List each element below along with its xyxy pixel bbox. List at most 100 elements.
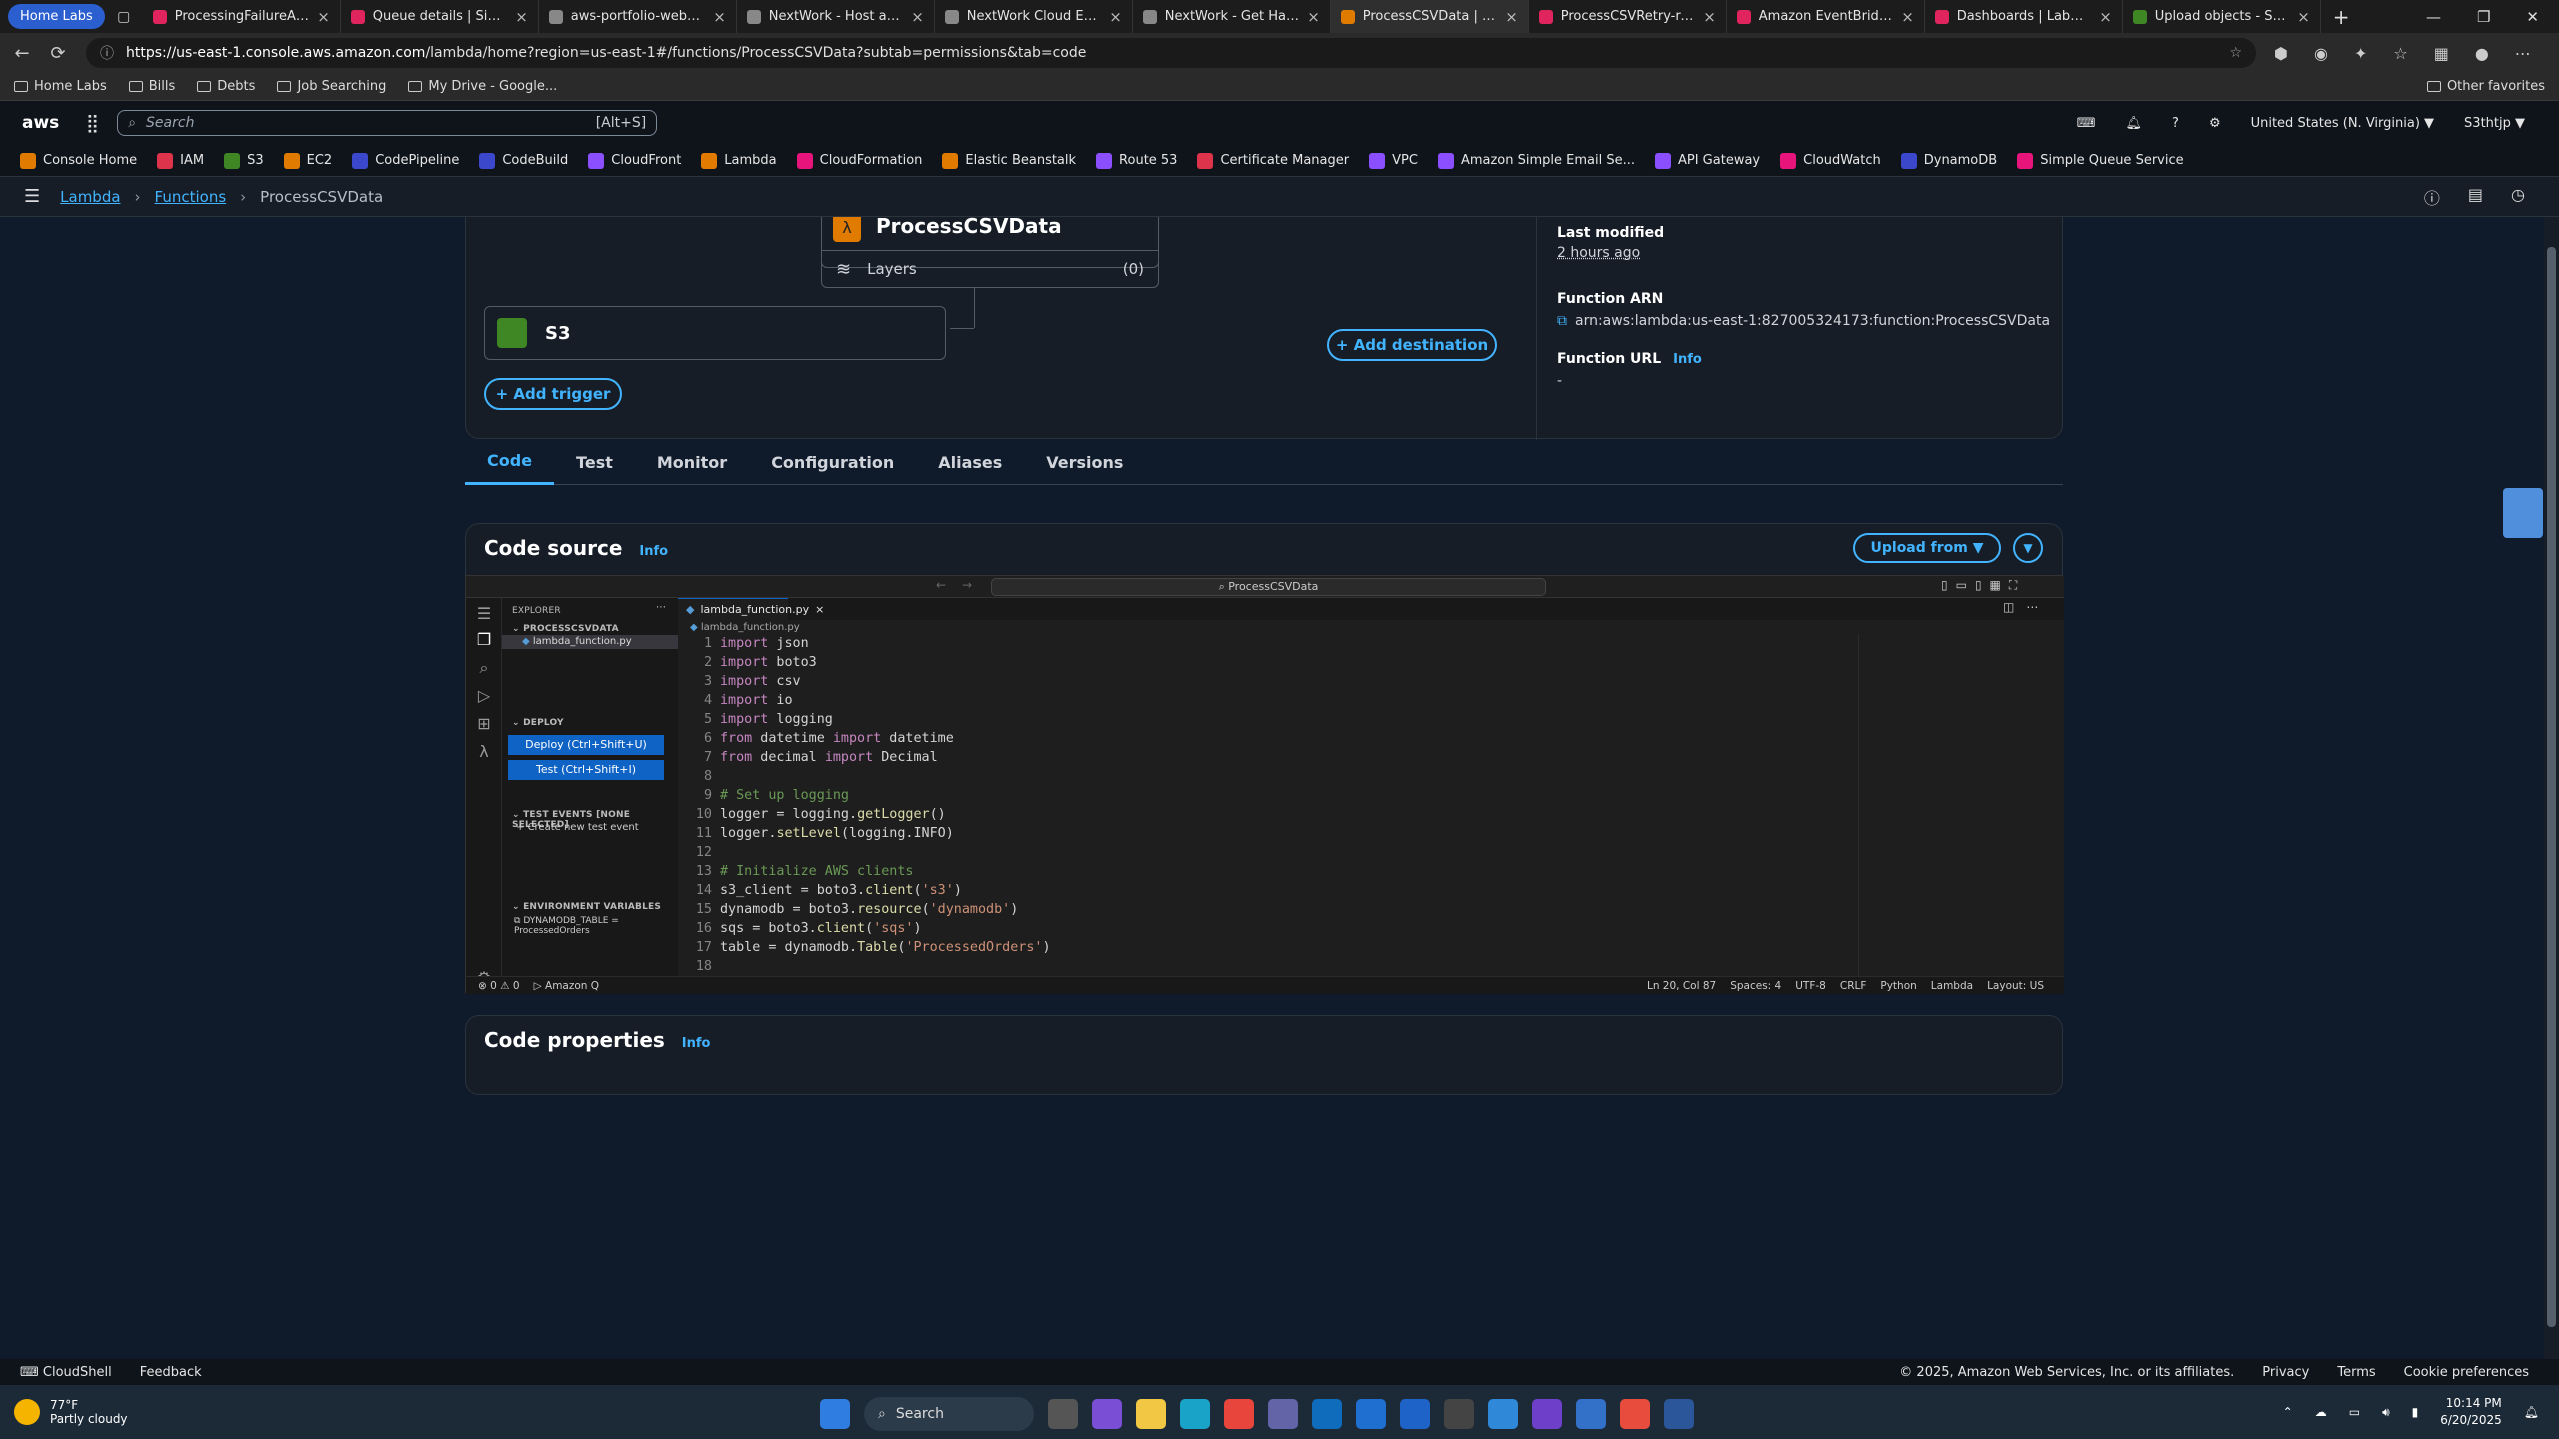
more-icon[interactable]: ⋯ <box>656 602 666 613</box>
file-row-lambda-function[interactable]: ◆ lambda_function.py <box>502 635 678 649</box>
service-shortcut[interactable]: DynamoDB <box>1900 152 1997 169</box>
edge-icon[interactable] <box>1180 1399 1210 1429</box>
info-circle-icon[interactable]: ⓘ <box>2424 185 2440 209</box>
hamburger-icon[interactable]: ☰ <box>474 604 494 624</box>
tab-aliases[interactable]: Aliases <box>916 439 1024 485</box>
app-icon[interactable] <box>1400 1399 1430 1429</box>
browser-tab[interactable]: NextWork Cloud Engineer × <box>935 0 1133 33</box>
feedback-link[interactable]: Feedback <box>140 1365 202 1380</box>
copy-icon[interactable]: ⧉ <box>1557 313 1567 329</box>
clock-settings-icon[interactable]: ◷ <box>2511 185 2525 209</box>
layers-box[interactable]: ≋ Layers (0) <box>821 250 1159 288</box>
amazon-q-status[interactable]: ▷ Amazon Q <box>534 980 599 992</box>
browser-tab[interactable]: Dashboards | Lab3-Pipelin × <box>1925 0 2123 33</box>
expand-dropdown-button[interactable]: ▼ <box>2013 533 2043 563</box>
service-shortcut[interactable]: CloudWatch <box>1780 152 1881 169</box>
code-source-info-link[interactable]: Info <box>639 544 668 559</box>
bookmark-item[interactable]: Bills <box>128 79 175 94</box>
run-debug-icon[interactable]: ▷ <box>474 686 494 706</box>
browser-tab[interactable]: Upload objects - S3 bucke × <box>2123 0 2321 33</box>
star-icon[interactable]: ☆ <box>2229 45 2242 61</box>
profile-button[interactable]: Home Labs <box>8 4 105 29</box>
notification-icon[interactable]: 🔔︎ <box>2524 1405 2539 1419</box>
terms-link[interactable]: Terms <box>2337 1365 2375 1380</box>
close-tab-icon[interactable]: × <box>317 8 330 26</box>
s3-trigger-box[interactable]: S3 <box>484 306 946 360</box>
add-destination-button[interactable]: + Add destination <box>1327 329 1497 361</box>
service-shortcut[interactable]: Elastic Beanstalk <box>942 152 1076 169</box>
upload-from-button[interactable]: Upload from ▼ <box>1853 533 2001 563</box>
close-tab-icon[interactable]: × <box>1307 8 1320 26</box>
cloudshell-link[interactable]: ⌨ CloudShell <box>20 1365 112 1380</box>
split-panel-icon[interactable]: ▤ <box>2468 185 2483 209</box>
close-tab-icon[interactable]: × <box>1703 8 1716 26</box>
tab-monitor[interactable]: Monitor <box>635 439 749 485</box>
lambda-panel-icon[interactable]: λ <box>474 742 494 762</box>
service-shortcut[interactable]: Route 53 <box>1096 152 1177 169</box>
services-menu-icon[interactable]: ⣿ <box>86 113 99 134</box>
puzzle-icon[interactable]: ✦ <box>2354 44 2367 63</box>
github-icon[interactable] <box>1532 1399 1562 1429</box>
browser-tab[interactable]: Amazon EventBridge Sche × <box>1727 0 1925 33</box>
search-input[interactable]: ⌕ Search [Alt+S] <box>117 110 658 136</box>
copilot-app-icon[interactable] <box>1092 1399 1122 1429</box>
service-shortcut[interactable]: Amazon Simple Email Se... <box>1437 152 1635 169</box>
outlook-icon[interactable] <box>1312 1399 1342 1429</box>
service-shortcut[interactable]: Simple Queue Service <box>2017 152 2184 169</box>
new-tab-button[interactable]: + <box>2321 5 2362 29</box>
aws-logo[interactable]: aws <box>22 113 62 133</box>
reload-icon[interactable]: ⟳ <box>40 43 76 64</box>
weather-widget[interactable]: 77°F Partly cloudy <box>14 1398 128 1426</box>
bookmark-item[interactable]: My Drive - Google... <box>408 79 557 94</box>
browser-tab[interactable]: ProcessingFailureAlerts | S × <box>143 0 341 33</box>
store-icon[interactable] <box>1356 1399 1386 1429</box>
account-menu[interactable]: S3thtjp ▼ <box>2464 116 2525 131</box>
close-tab-icon[interactable]: × <box>2297 8 2310 26</box>
layout-toggle-icons[interactable]: ▯▭▯▦⛶ <box>1941 578 2025 593</box>
bookmark-item[interactable]: Job Searching <box>277 79 386 94</box>
env-vars-header[interactable]: ⌄ ENVIRONMENT VARIABLES <box>512 902 661 912</box>
close-tab-icon[interactable]: × <box>1109 8 1122 26</box>
taskbar-search[interactable]: ⌕ Search <box>864 1397 1034 1431</box>
browser-tab[interactable]: NextWork - Get Hands on × <box>1133 0 1331 33</box>
gear-icon[interactable]: ⚙ <box>2209 116 2221 131</box>
status-item[interactable]: UTF-8 <box>1795 980 1826 992</box>
copilot-icon[interactable]: ◉ <box>2314 44 2328 63</box>
service-shortcut[interactable]: CloudFormation <box>796 152 922 169</box>
word-icon[interactable] <box>1664 1399 1694 1429</box>
vscode-icon[interactable] <box>1488 1399 1518 1429</box>
tab-versions[interactable]: Versions <box>1024 439 1145 485</box>
code-lines[interactable]: 1 import json 2 import boto3 3 import csv 4 imp… <box>678 634 1858 976</box>
close-tab-icon[interactable]: × <box>515 8 528 26</box>
service-shortcut[interactable]: EC2 <box>283 152 332 169</box>
service-shortcut[interactable]: Lambda <box>701 152 777 169</box>
breadcrumb-lambda[interactable]: Lambda <box>60 188 120 206</box>
help-icon[interactable]: ? <box>2172 116 2179 131</box>
app-icon[interactable] <box>1444 1399 1474 1429</box>
tab-configuration[interactable]: Configuration <box>749 439 916 485</box>
editor-tab-lambda-function[interactable]: ◆ lambda_function.py × <box>678 598 824 620</box>
tab-actions-icon[interactable]: ▢ <box>105 9 143 25</box>
tab-test[interactable]: Test <box>554 439 635 485</box>
service-shortcut[interactable]: IAM <box>157 152 204 169</box>
network-icon[interactable]: ▭ <box>2349 1405 2360 1419</box>
file-explorer-icon[interactable] <box>1136 1399 1166 1429</box>
menu-icon[interactable]: ☰ <box>24 186 40 207</box>
service-shortcut[interactable]: Console Home <box>20 152 137 169</box>
nav-back-icon[interactable]: ← <box>936 578 946 592</box>
more-icon[interactable]: ⋯ <box>2515 44 2531 63</box>
other-favorites[interactable]: Other favorites <box>2426 79 2559 94</box>
explorer-icon[interactable]: ❐ <box>474 630 494 650</box>
url-info-link[interactable]: Info <box>1673 352 1702 367</box>
restore-icon[interactable]: ❐ <box>2477 8 2490 26</box>
status-item[interactable]: Python <box>1880 980 1916 992</box>
code-properties-info-link[interactable]: Info <box>682 1036 711 1051</box>
browser-tab[interactable]: Queue details | Simple Qu × <box>341 0 539 33</box>
task-view-icon[interactable] <box>1048 1399 1078 1429</box>
page-scrollbar[interactable] <box>2544 217 2559 1359</box>
chevron-up-icon[interactable]: ⌃ <box>2283 1405 2293 1419</box>
browser-tab[interactable]: NextWork - Host a Websit × <box>737 0 935 33</box>
cookie-preferences-link[interactable]: Cookie preferences <box>2404 1365 2529 1380</box>
favorites-icon[interactable]: ☆ <box>2393 44 2407 63</box>
service-shortcut[interactable]: VPC <box>1369 152 1418 169</box>
